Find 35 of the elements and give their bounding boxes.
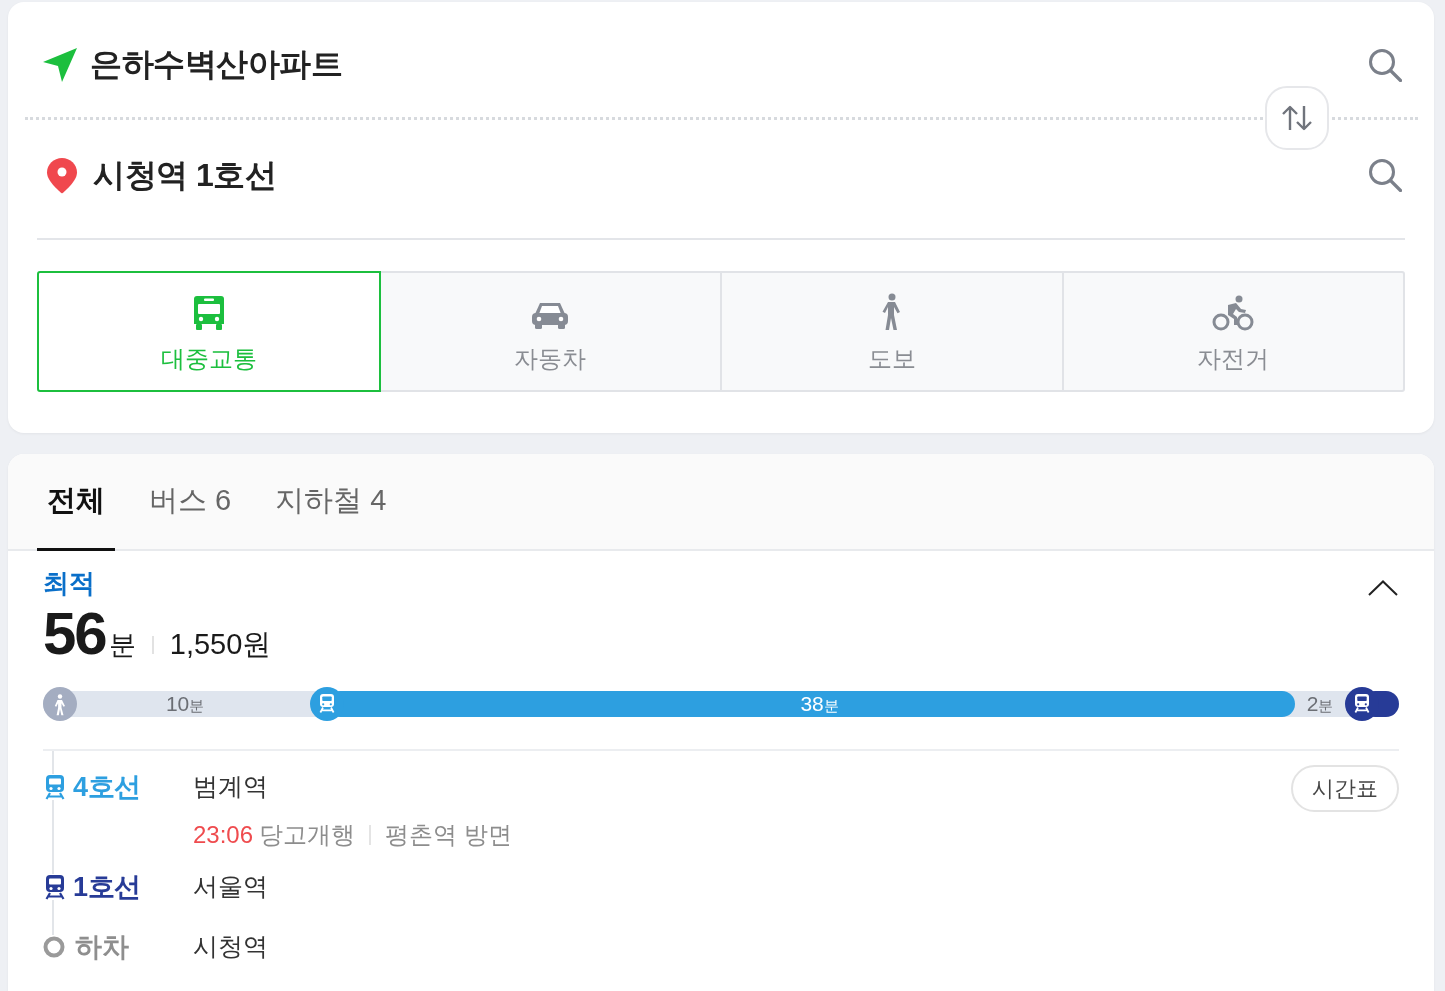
step-label: 4호선 (73, 770, 141, 804)
cyclist-icon (1211, 294, 1256, 331)
chevron-up-icon[interactable] (1368, 579, 1398, 596)
station-name: 시청역 (193, 931, 269, 963)
swap-button[interactable] (1265, 86, 1329, 150)
travel-mode-tab[interactable]: 자전거 (1061, 271, 1405, 392)
car-icon (531, 300, 570, 331)
segment-duration: 38분 (800, 691, 839, 716)
destination-field[interactable]: 시청역 1호선 (93, 155, 1368, 195)
step-label: 1호선 (73, 870, 141, 904)
train-destination: 당고개행 (259, 819, 356, 850)
travel-mode-tab[interactable]: 자동차 (378, 271, 722, 392)
timetable-button[interactable]: 시간표 (1291, 765, 1399, 813)
fare: 1,550원 (169, 626, 272, 662)
route-rank-label: 최적 (43, 567, 95, 600)
segment-duration: 10분 (165, 691, 205, 716)
results-tab[interactable]: 전체 (37, 454, 115, 551)
step-label: 하차 (75, 930, 128, 964)
navigation-arrow-icon (42, 46, 78, 83)
search-icon[interactable] (1368, 158, 1402, 192)
ring-icon (43, 935, 65, 958)
results-tab[interactable]: 지하철 4 (265, 454, 397, 551)
origin-field[interactable]: 은하수벽산아파트 (90, 45, 1368, 84)
segment-duration: 2분 (1306, 691, 1334, 716)
departure-time: 23:06 (193, 820, 254, 849)
search-icon[interactable] (1368, 47, 1402, 82)
station-name: 서울역 (193, 871, 269, 903)
travel-mode-tab[interactable]: 도보 (720, 271, 1064, 392)
total-duration: 56분 (43, 600, 136, 667)
bus-icon (192, 294, 225, 331)
map-pin-icon (46, 156, 78, 194)
station-name: 범계역 (193, 771, 269, 803)
up-down-arrows-icon (1281, 105, 1313, 131)
results-tab[interactable]: 버스 6 (139, 454, 242, 551)
train-direction: 평촌역 방면 (385, 819, 512, 850)
